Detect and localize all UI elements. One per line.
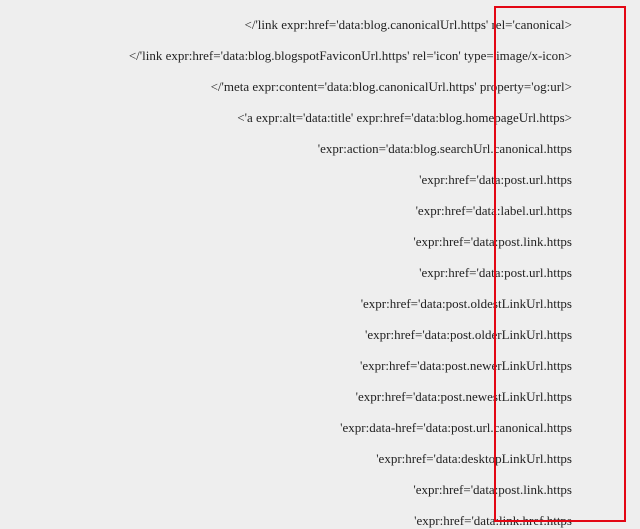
code-line: 'expr:href='data:post.link.https: [0, 235, 628, 248]
code-line: 'expr:href='data:post.link.https: [0, 483, 628, 496]
code-line: 'expr:href='data:desktopLinkUrl.https: [0, 452, 628, 465]
code-line: </'link expr:href='data:blog.blogspotFav…: [0, 49, 628, 62]
code-line: </'meta expr:content='data:blog.canonica…: [0, 80, 628, 93]
code-listing-page: </'link expr:href='data:blog.canonicalUr…: [0, 0, 640, 529]
code-line: </'link expr:href='data:blog.canonicalUr…: [0, 18, 628, 31]
code-line: 'expr:href='data:post.newerLinkUrl.https: [0, 359, 628, 372]
code-line: <'a expr:alt='data:title' expr:href='dat…: [0, 111, 628, 124]
code-line: 'expr:href='data:link.href.https: [0, 514, 628, 527]
code-line: 'expr:href='data:post.url.https: [0, 173, 628, 186]
code-line: 'expr:href='data:label.url.https: [0, 204, 628, 217]
code-line: 'expr:href='data:post.olderLinkUrl.https: [0, 328, 628, 341]
code-line: 'expr:href='data:post.oldestLinkUrl.http…: [0, 297, 628, 310]
code-line: 'expr:href='data:post.url.https: [0, 266, 628, 279]
code-line: 'expr:data-href='data:post.url.canonical…: [0, 421, 628, 434]
code-line: 'expr:href='data:post.newestLinkUrl.http…: [0, 390, 628, 403]
code-line: 'expr:action='data:blog.searchUrl.canoni…: [0, 142, 628, 155]
